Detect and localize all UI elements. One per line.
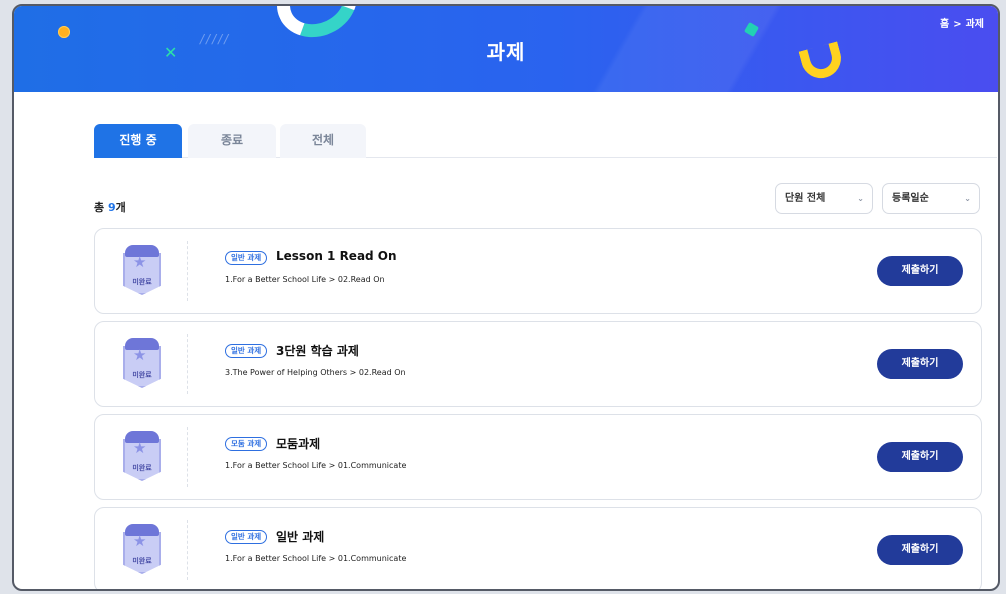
assignment-title[interactable]: Lesson 1 Read On [276,249,397,263]
unit-filter-value: 단원 전체 [785,193,826,204]
assignment-type-tag: 모둠 과제 [225,437,268,451]
total-count-number: 9 [107,201,116,214]
divider [187,334,188,394]
assignment-type-tag: 일반 과제 [225,530,268,544]
breadcrumb-current: 과제 [965,19,984,30]
assignment-type-tag: 일반 과제 [225,251,268,265]
assignment-title[interactable]: 일반 과제 [276,528,324,545]
tab-in-progress[interactable]: 진행 중 [94,124,182,158]
star-icon: ★ [133,346,147,364]
star-icon: ★ [133,253,147,271]
status-badge: ★ 미완료 [121,431,163,483]
submit-button[interactable]: 제출하기 [877,256,963,286]
total-count-prefix: 총 [94,201,108,214]
assignment-card: ★ 미완료 일반 과제 Lesson 1 Read On 1.For a Bet… [94,228,982,314]
unit-filter-select[interactable]: 단원 전체 ⌄ [775,183,873,214]
header-banner: ✕ ///// 과제 홈 > 과제 [14,6,998,92]
breadcrumb-separator: > [953,19,962,30]
assignment-card: ★ 미완료 일반 과제 일반 과제 1.For a Better School … [94,507,982,589]
status-label: 미완료 [132,278,152,286]
sort-value: 등록일순 [892,193,929,204]
assignment-path: 1.For a Better School Life > 02.Read On [225,275,385,284]
tab-all[interactable]: 전체 [280,124,366,158]
assignment-title[interactable]: 3단원 학습 과제 [276,342,359,359]
status-label: 미완료 [132,557,152,565]
submit-button[interactable]: 제출하기 [877,535,963,565]
star-icon: ★ [133,532,147,550]
tab-ended[interactable]: 종료 [188,124,276,158]
submit-button[interactable]: 제출하기 [877,349,963,379]
status-tabs: 진행 중 종료 전체 [94,124,997,158]
assignment-card: ★ 미완료 모둠 과제 모둠과제 1.For a Better School L… [94,414,982,500]
assignment-title[interactable]: 모둠과제 [276,435,320,452]
assignment-path: 1.For a Better School Life > 01.Communic… [225,554,407,563]
star-icon: ★ [133,439,147,457]
chevron-down-icon: ⌄ [964,194,971,203]
chevron-down-icon: ⌄ [857,194,864,203]
assignment-path: 3.The Power of Helping Others > 02.Read … [225,368,406,377]
breadcrumb: 홈 > 과제 [940,15,984,30]
sort-select[interactable]: 등록일순 ⌄ [882,183,980,214]
total-count: 총 9개 [94,199,126,215]
status-badge: ★ 미완료 [121,338,163,390]
app-window: ✕ ///// 과제 홈 > 과제 진행 중 종료 전체 총 9개 단원 전체 ⌄ … [12,4,1000,591]
status-badge: ★ 미완료 [121,245,163,297]
page-title: 과제 [486,40,526,64]
status-label: 미완료 [132,371,152,379]
divider [187,241,188,301]
submit-button[interactable]: 제출하기 [877,442,963,472]
assignment-path: 1.For a Better School Life > 01.Communic… [225,461,407,470]
assignment-type-tag: 일반 과제 [225,344,268,358]
breadcrumb-home[interactable]: 홈 [940,19,949,30]
assignment-card: ★ 미완료 일반 과제 3단원 학습 과제 3.The Power of Hel… [94,321,982,407]
status-label: 미완료 [132,464,152,472]
divider [187,427,188,487]
divider [187,520,188,580]
total-count-suffix: 개 [115,201,126,214]
status-badge: ★ 미완료 [121,524,163,576]
